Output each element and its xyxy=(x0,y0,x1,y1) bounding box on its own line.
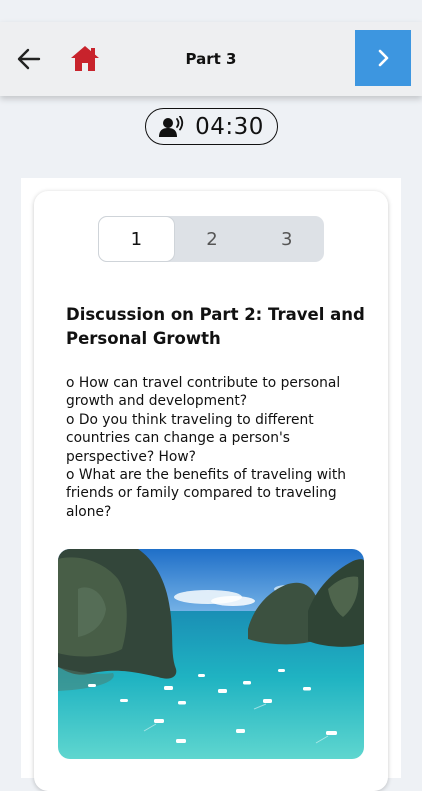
arrow-left-icon xyxy=(17,48,41,70)
status-bar-area xyxy=(0,0,422,22)
question-tabs: 1 2 3 xyxy=(98,216,324,262)
back-button[interactable] xyxy=(14,46,44,72)
question-item: o Do you think traveling to different co… xyxy=(66,411,314,465)
chevron-right-icon xyxy=(378,49,389,67)
countdown-timer: 04:30 xyxy=(145,108,278,145)
home-icon xyxy=(71,46,99,71)
home-button[interactable] xyxy=(68,43,102,73)
question-item: o What are the benefits of traveling wit… xyxy=(66,467,347,520)
next-button[interactable] xyxy=(355,30,411,86)
tropical-bay-photo xyxy=(58,549,364,759)
timer-text: 04:30 xyxy=(195,113,264,140)
tab-2[interactable]: 2 xyxy=(175,216,250,262)
question-list: o How can travel contribute to personal … xyxy=(66,374,366,521)
tab-1[interactable]: 1 xyxy=(98,216,175,262)
tab-3[interactable]: 3 xyxy=(249,216,324,262)
question-item: o How can travel contribute to personal … xyxy=(66,375,341,410)
discussion-heading: Discussion on Part 2: Travel and Persona… xyxy=(66,305,365,348)
speaker-person-icon xyxy=(159,115,184,137)
top-app-bar: Part 3 xyxy=(0,22,422,96)
